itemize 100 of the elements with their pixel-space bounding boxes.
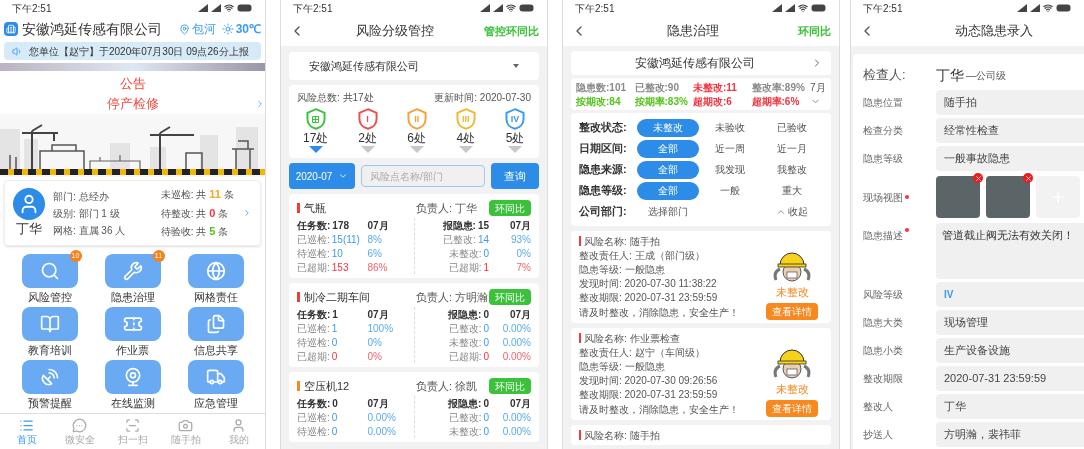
camera-icon	[178, 417, 193, 433]
chevron-right-icon[interactable]	[242, 208, 252, 218]
user-name: 丁华	[16, 220, 42, 238]
selection-triangle-icon[interactable]	[508, 146, 522, 153]
app-icon-button[interactable]	[187, 254, 244, 288]
department-select[interactable]: 选择部门	[637, 204, 699, 219]
form-field[interactable]: 一般事故隐患	[936, 146, 1084, 171]
field-label: 整改期限	[863, 372, 903, 386]
worker-mascot-drawing	[772, 347, 812, 381]
truck-icon	[205, 367, 226, 387]
form-field[interactable]: 生产设备设施	[936, 338, 1084, 363]
battery-icon	[811, 4, 827, 12]
form-field[interactable]: 现场管理	[936, 310, 1084, 335]
selection-triangle-icon[interactable]	[458, 146, 473, 153]
app-icon-button[interactable]	[187, 307, 244, 341]
filter-option[interactable]: 一般	[699, 181, 761, 200]
app-icon-button[interactable]	[104, 307, 161, 341]
chat-icon	[72, 417, 87, 433]
page-title: 风险分级管控	[354, 22, 435, 41]
metric-label: 未整改:	[448, 336, 482, 350]
metric-value: 0	[332, 397, 338, 411]
collapse-button[interactable]: 收起	[776, 204, 808, 219]
form-field[interactable]: 2020-07-31 23:59:59	[936, 366, 1084, 391]
form-field[interactable]: 随手拍	[936, 90, 1084, 115]
battery-icon	[237, 4, 253, 12]
metric-value: 0	[331, 350, 338, 364]
metric-percent: 07月	[508, 219, 531, 233]
stat-label: 待验收: 共	[160, 225, 207, 239]
selection-triangle-icon[interactable]	[409, 146, 424, 153]
month-text: 7月	[810, 81, 826, 95]
filter-label: 隐患等级:	[579, 183, 628, 199]
metric-label: 任务数:	[297, 219, 331, 233]
level-count[interactable]: 5处	[505, 130, 525, 146]
worker-mascot-drawing	[772, 250, 812, 284]
level-count[interactable]: 6处	[407, 130, 426, 146]
filter-option[interactable]: 未验收	[699, 118, 761, 137]
description-field[interactable]: 管道截止阀无法有效关闭！	[936, 223, 1084, 279]
app-label[interactable]: 作业票	[116, 343, 149, 357]
stat-text: 已整改:90	[634, 81, 679, 95]
filter-option[interactable]: 重大	[761, 181, 823, 200]
metric-percent: 0.00%	[501, 411, 531, 425]
filter-option[interactable]: 近一周	[699, 139, 761, 158]
app-label[interactable]: 预警提醒	[27, 396, 72, 410]
form-field[interactable]: 经常性检查	[936, 118, 1084, 143]
battery-icon	[519, 4, 535, 12]
metric-percent: 0.00%	[501, 322, 531, 336]
wifi-icon	[798, 3, 808, 13]
location-pin-icon	[178, 23, 190, 35]
owner-text: 负责人: 丁华	[416, 200, 478, 216]
metric-label: 待巡检:	[297, 425, 330, 439]
metric-value: 0	[483, 322, 489, 336]
level-count[interactable]: 17处	[303, 130, 329, 146]
level-mark: I	[366, 114, 369, 124]
level-count[interactable]: 4处	[456, 130, 476, 146]
metric-percent: 0%	[366, 336, 383, 350]
stat-label: 未巡检: 共	[160, 188, 207, 202]
selection-triangle-icon[interactable]	[360, 146, 375, 153]
filter-option[interactable]: 已验收	[761, 118, 823, 137]
metric-label: 未整改:	[448, 425, 482, 439]
app-label[interactable]: 隐患治理	[110, 290, 155, 304]
metric-label: 已整改:	[448, 411, 482, 425]
stat-unit: 条	[224, 188, 234, 202]
filter-option[interactable]: 近一月	[761, 139, 823, 158]
close-icon[interactable]	[1023, 173, 1033, 183]
notice-text[interactable]: 停产检修	[106, 94, 159, 114]
selection-triangle-icon[interactable]	[308, 146, 323, 153]
app-icon-button[interactable]	[21, 360, 78, 394]
stat-text: 未整改:11	[693, 81, 737, 95]
field-label: 现场视图	[863, 190, 903, 205]
metric-percent: 7%	[515, 261, 531, 275]
app-label[interactable]: 在线监测	[110, 396, 155, 410]
app-icon-button[interactable]	[104, 360, 161, 394]
form-field[interactable]: 丁华	[936, 394, 1084, 419]
company-select[interactable]: 安徽鸿延传感有限公司	[289, 52, 539, 80]
field-label: 抄送人	[863, 428, 893, 442]
field-label: 隐患位置	[863, 96, 903, 110]
app-icon-button[interactable]	[21, 307, 78, 341]
filter-option[interactable]: 我发现	[699, 160, 761, 179]
app-label[interactable]: 风险管控	[27, 290, 72, 304]
stat-text: 隐患数:101	[576, 81, 626, 95]
marquee-text: 您单位【赵宁】于2020年07月30日 09点26分上报	[29, 44, 249, 59]
search-input[interactable]: 风险点名称/部门	[361, 165, 485, 187]
scan-icon	[125, 417, 140, 433]
user-icon	[231, 417, 246, 433]
metric-value: 1	[483, 261, 489, 275]
chevron-right-icon[interactable]	[255, 99, 265, 109]
hazard-detail: 整改责任人: 赵宁（车间级）	[579, 345, 705, 360]
filter-label: 整改状态:	[579, 120, 628, 136]
app-label[interactable]: 应急管理	[193, 396, 238, 410]
filter-option[interactable]: 我整改	[761, 160, 823, 179]
app-label[interactable]: 网格责任	[193, 290, 238, 304]
form-field[interactable]: 方明瀚，裴祎菲	[936, 422, 1084, 447]
level-count[interactable]: 2处	[358, 130, 377, 146]
app-label[interactable]: 信息共享	[193, 343, 238, 357]
app-label[interactable]: 教育培训	[27, 343, 72, 357]
company-select[interactable]: 安徽鸿延传感有限公司	[571, 51, 831, 75]
close-icon[interactable]	[973, 173, 983, 183]
metric-value: 0	[483, 397, 489, 411]
filter-label: 公司部门:	[579, 204, 628, 220]
app-icon-button[interactable]	[187, 360, 244, 394]
